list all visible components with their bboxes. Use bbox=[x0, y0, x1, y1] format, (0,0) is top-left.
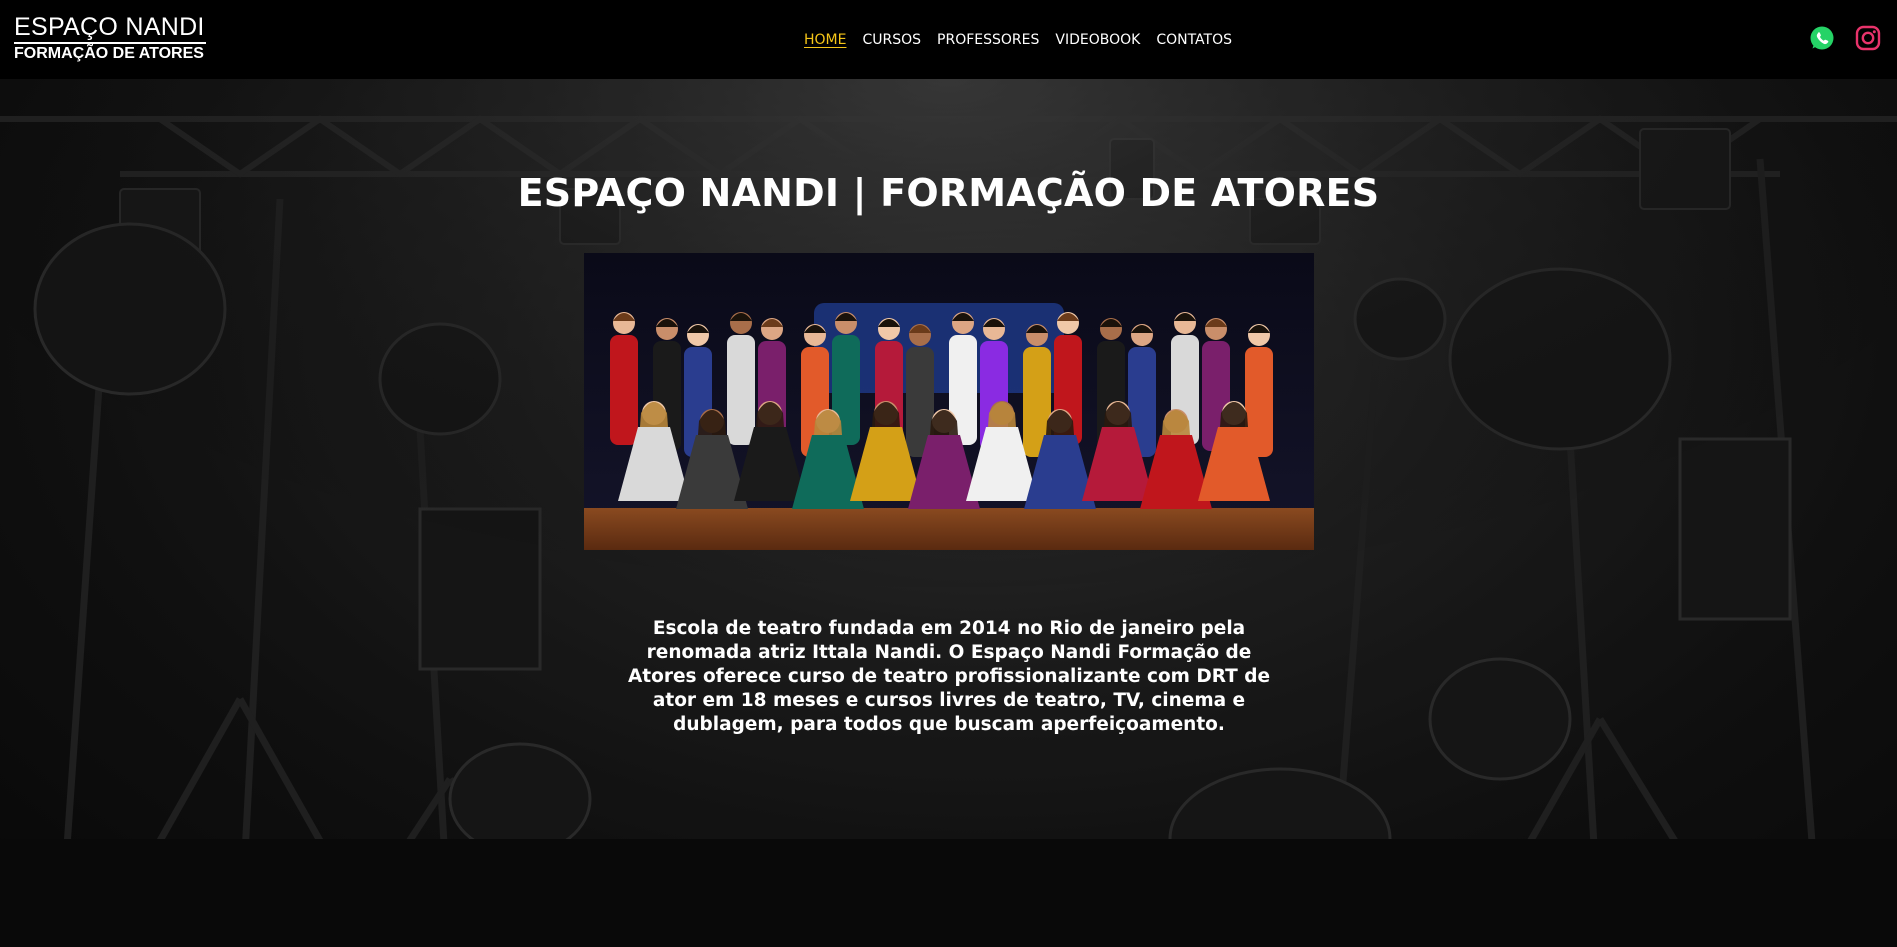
page-title: ESPAÇO NANDI | FORMAÇÃO DE ATORES bbox=[517, 171, 1380, 216]
site-logo[interactable]: ESPAÇO NANDI FORMAÇÃO DE ATORES bbox=[14, 14, 206, 62]
whatsapp-icon[interactable] bbox=[1808, 24, 1836, 52]
nav-videobook[interactable]: VIDEOBOOK bbox=[1055, 32, 1140, 48]
nav-contatos[interactable]: CONTATOS bbox=[1156, 32, 1232, 48]
logo-subtitle: FORMAÇÃO DE ATORES bbox=[14, 45, 204, 62]
nav-professores[interactable]: PROFESSORES bbox=[937, 32, 1039, 48]
main-nav: HOME CURSOS PROFESSORES VIDEOBOOK CONTAT… bbox=[804, 29, 1232, 51]
nav-home[interactable]: HOME bbox=[804, 32, 846, 48]
photo-figure bbox=[727, 335, 755, 445]
instagram-icon[interactable] bbox=[1854, 24, 1882, 52]
photo-figure bbox=[610, 335, 638, 445]
nav-cursos[interactable]: CURSOS bbox=[862, 32, 921, 48]
group-photo bbox=[584, 253, 1314, 550]
school-description: Escola de teatro fundada em 2014 no Rio … bbox=[627, 617, 1271, 735]
logo-title: ESPAÇO NANDI bbox=[14, 13, 205, 41]
site-header: ESPAÇO NANDI FORMAÇÃO DE ATORES HOME CUR… bbox=[0, 0, 1897, 79]
